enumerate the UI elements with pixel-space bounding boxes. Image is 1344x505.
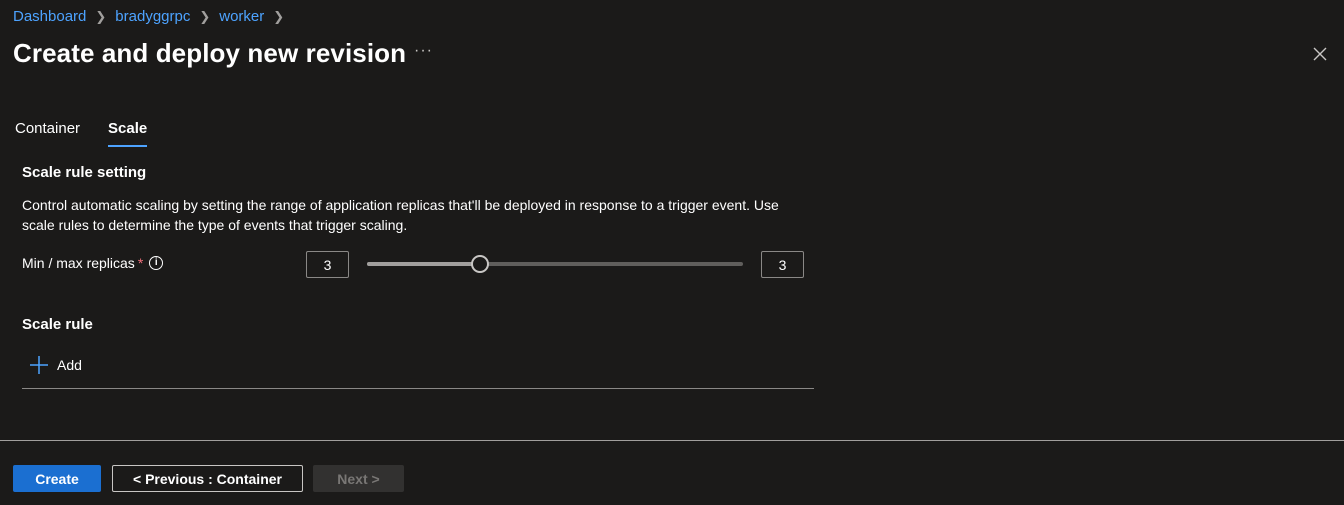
- plus-icon: [30, 356, 48, 374]
- max-replicas-input[interactable]: [761, 251, 804, 278]
- scale-setting-description: Control automatic scaling by setting the…: [22, 197, 779, 233]
- close-icon[interactable]: [1310, 44, 1330, 64]
- chevron-right-icon: ❯: [273, 8, 285, 24]
- replicas-field-label: Min / max replicas * i: [22, 255, 164, 271]
- more-icon[interactable]: ···: [414, 42, 433, 60]
- breadcrumb-app[interactable]: worker: [219, 8, 264, 25]
- slider-fill: [367, 262, 480, 266]
- add-label: Add: [57, 357, 82, 373]
- slider-thumb[interactable]: [471, 255, 489, 273]
- tab-container[interactable]: Container: [15, 120, 80, 147]
- info-icon[interactable]: i: [149, 256, 164, 270]
- add-scale-rule-button[interactable]: Add: [29, 355, 82, 375]
- required-indicator: *: [137, 255, 144, 271]
- breadcrumb: Dashboard ❯ bradyggrpc ❯ worker ❯: [13, 8, 293, 25]
- replicas-label: Min / max replicas: [22, 255, 135, 271]
- create-revision-blade: Dashboard ❯ bradyggrpc ❯ worker ❯ Create…: [0, 0, 1344, 505]
- min-replicas-input[interactable]: [306, 251, 349, 278]
- divider: [22, 388, 814, 389]
- breadcrumb-resource-group[interactable]: bradyggrpc: [115, 8, 190, 25]
- footer-divider: [0, 440, 1344, 441]
- breadcrumb-dashboard[interactable]: Dashboard: [13, 8, 86, 25]
- next-button[interactable]: Next >: [313, 465, 404, 492]
- tab-bar: Container Scale: [15, 120, 148, 147]
- scale-rule-heading: Scale rule: [22, 316, 93, 333]
- previous-button[interactable]: < Previous : Container: [112, 465, 303, 492]
- chevron-right-icon: ❯: [95, 8, 107, 24]
- tab-scale[interactable]: Scale: [108, 120, 148, 147]
- chevron-right-icon: ❯: [199, 8, 211, 24]
- replicas-slider[interactable]: [367, 255, 743, 273]
- page-title: Create and deploy new revision: [13, 38, 407, 68]
- create-button[interactable]: Create: [13, 465, 101, 492]
- scale-setting-heading: Scale rule setting: [22, 164, 147, 181]
